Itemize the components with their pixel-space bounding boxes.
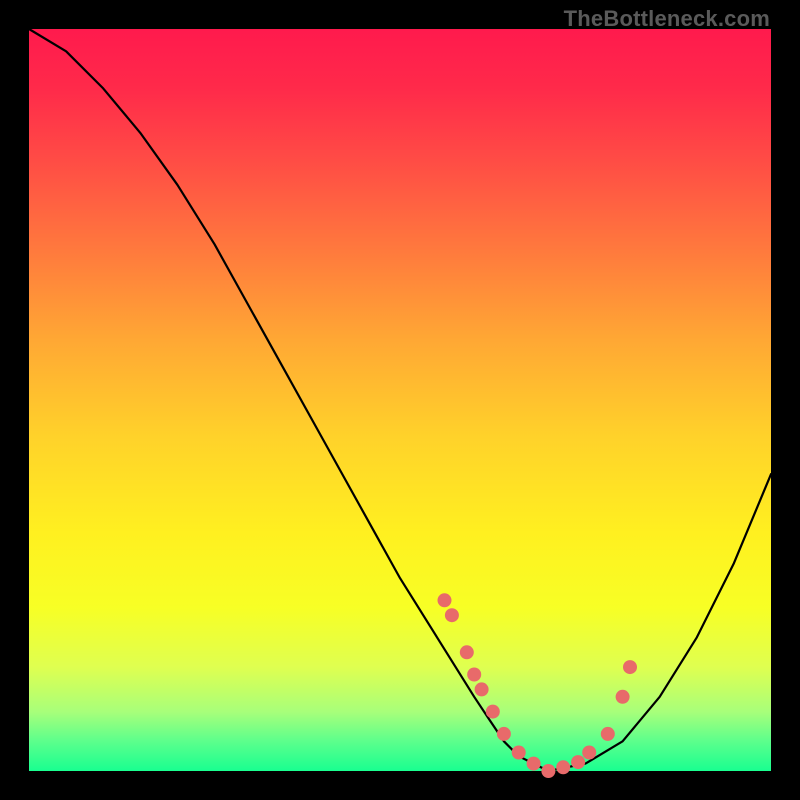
highlight-dot	[460, 645, 474, 659]
highlight-dot	[467, 668, 481, 682]
highlight-dot	[556, 760, 570, 774]
highlight-dot	[541, 764, 555, 778]
highlight-dot	[497, 727, 511, 741]
highlight-dot	[616, 690, 630, 704]
highlight-dot	[582, 746, 596, 760]
bottleneck-curve	[29, 29, 771, 771]
chart-stage: TheBottleneck.com	[0, 0, 800, 800]
chart-overlay	[29, 29, 771, 771]
highlight-dot	[486, 705, 500, 719]
highlight-dot	[527, 757, 541, 771]
highlight-dot	[445, 608, 459, 622]
highlight-dot	[601, 727, 615, 741]
highlight-dot	[571, 755, 585, 769]
watermark-text: TheBottleneck.com	[564, 6, 770, 32]
highlight-dot	[438, 593, 452, 607]
highlight-dot	[475, 682, 489, 696]
highlight-dot	[512, 746, 526, 760]
highlight-dot	[623, 660, 637, 674]
